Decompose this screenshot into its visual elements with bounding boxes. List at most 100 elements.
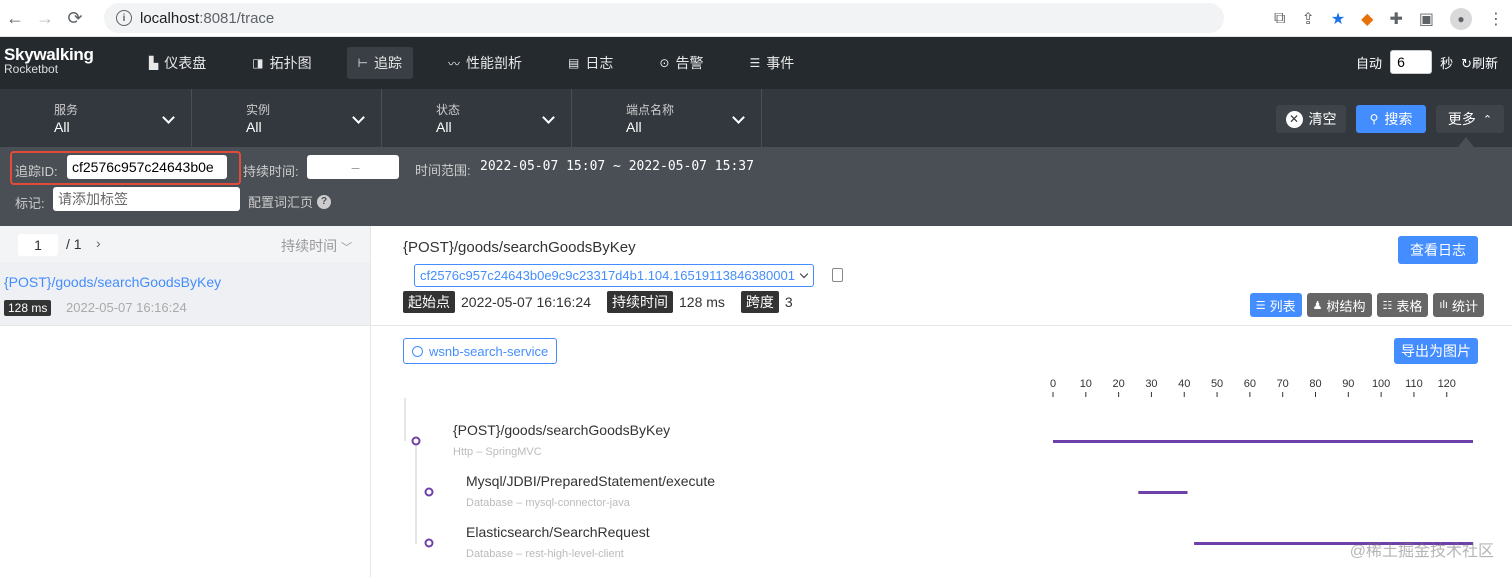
instance-select[interactable]: 实例 All <box>192 89 382 147</box>
logo-subtitle: Rocketbot <box>4 62 59 76</box>
tags-input[interactable]: 请添加标签 <box>53 187 240 211</box>
forward-icon[interactable]: → <box>30 8 60 29</box>
instance-select-label: 实例 <box>246 103 271 117</box>
duration-label: 持续时间: <box>243 164 299 179</box>
axis-tick-label: 100 <box>1372 378 1390 390</box>
extension-color-icon[interactable]: ◆ <box>1361 9 1373 29</box>
auto-refresh: 自动 秒 ↻刷新 <box>1356 50 1498 74</box>
nav-profile[interactable]: 〰性能剖析 <box>437 47 533 79</box>
app-header: Skywalking Rocketbot ▙ 仪表盘 ◨ 拓扑图 ⊢ 追踪 〰性能剖析… <box>0 37 1512 89</box>
status-select[interactable]: 状态 All <box>382 89 572 147</box>
nav-topology[interactable]: ◨ 拓扑图 <box>241 47 322 79</box>
view-table-button[interactable]: ☷ 表格 <box>1376 293 1429 317</box>
search-button[interactable]: ⚲ 搜索 <box>1356 105 1426 133</box>
browser-actions: ⧉ ⇪ ★ ◆ ✚ ▣ ● ⋮ <box>1274 0 1504 37</box>
view-tree-button[interactable]: ♟ 树结构 <box>1306 293 1372 317</box>
start-tag: 起始点 <box>403 291 455 313</box>
seconds-label: 秒 <box>1440 55 1454 71</box>
share-icon[interactable]: ⇪ <box>1301 9 1314 29</box>
tags-label: 标记: <box>15 196 45 211</box>
more-panel-arrow <box>1458 137 1474 147</box>
list-icon: ☰ <box>1255 299 1266 312</box>
span-node-icon <box>424 538 434 548</box>
endpoint-select-value: All <box>626 119 642 135</box>
extensions-puzzle-icon[interactable]: ✚ <box>1389 9 1402 29</box>
nav-dashboard[interactable]: ▙ 仪表盘 <box>138 47 217 79</box>
view-stats-label: 统计 <box>1451 298 1478 314</box>
view-log-button[interactable]: 查看日志 <box>1398 236 1478 264</box>
search-label: 搜索 <box>1384 111 1413 127</box>
nav-trace[interactable]: ⊢ 追踪 <box>346 47 414 79</box>
config-vocab-link[interactable]: 配置词汇页? <box>248 192 332 211</box>
status-select-label: 状态 <box>436 103 461 117</box>
bookmark-star-icon[interactable]: ★ <box>1331 9 1345 29</box>
chevron-down-icon <box>542 111 555 124</box>
nav-trace-label: 追踪 <box>374 55 403 71</box>
nav-event[interactable]: ☰ 事件 <box>738 47 805 79</box>
axis-tick-label: 10 <box>1080 378 1092 390</box>
view-switcher: ☰ 列表 ♟ 树结构 ☷ 表格 ılı 统计 <box>1249 293 1484 317</box>
translate-icon[interactable]: ⧉ <box>1274 10 1285 28</box>
profile-icon: 〰 <box>448 56 461 71</box>
span-timeline: 0 10 20 30 40 50 60 70 80 90 100 110 120 {POST}/goods… <box>404 378 1473 560</box>
status-select-value: All <box>436 119 452 135</box>
filter-panel: 服务 All 实例 All 状态 All 端点名称 All ✕ 清空 ⚲ 搜索 更多… <box>0 89 1512 226</box>
trace-icon: ⊢ <box>357 56 369 70</box>
config-vocab-label: 配置词汇页 <box>248 195 314 210</box>
span-subtitle: Database – mysql-connector-java <box>466 497 631 509</box>
tree-icon: ♟ <box>1312 299 1323 312</box>
sort-label: 持续时间 <box>281 238 338 254</box>
span-node-icon <box>411 436 421 446</box>
next-page-icon[interactable]: › <box>96 235 101 251</box>
trace-detail-title: {POST}/goods/searchGoodsByKey <box>403 239 636 256</box>
app-logo: Skywalking Rocketbot <box>4 46 94 75</box>
address-bar[interactable]: i localhost:8081/trace <box>104 3 1224 33</box>
reload-icon[interactable]: ⟳ <box>60 8 90 29</box>
trace-list-item[interactable]: {POST}/goods/searchGoodsByKey 128 ms 202… <box>0 262 370 326</box>
endpoint-select-label: 端点名称 <box>626 103 675 117</box>
trace-id-label: 追踪ID: <box>15 164 58 179</box>
view-tree-label: 树结构 <box>1326 298 1366 314</box>
profile-avatar-icon[interactable]: ● <box>1450 7 1472 30</box>
trace-id-select[interactable]: cf2576c957c24643b0e9c9c23317d4b1.104.165… <box>414 264 814 287</box>
time-range-value[interactable]: 2022-05-07 15:07 ~ 2022-05-07 15:37 <box>480 159 754 174</box>
nav-topology-label: 拓扑图 <box>269 55 312 71</box>
trace-id-value: cf2576c957c24643b0e9c9c23317d4b1.104.165… <box>420 268 795 283</box>
duration-value: 128 ms <box>679 294 725 310</box>
table-icon: ☷ <box>1382 299 1393 312</box>
menu-dots-icon[interactable]: ⋮ <box>1488 9 1504 29</box>
back-icon[interactable]: ← <box>0 8 30 29</box>
side-panel-icon[interactable]: ▣ <box>1419 9 1434 29</box>
span-count-tag: 跨度 <box>740 291 779 313</box>
axis-tick-label: 80 <box>1309 378 1321 390</box>
view-list-button[interactable]: ☰ 列表 <box>1249 293 1302 317</box>
nav-alarm[interactable]: ⊙ 告警 <box>648 47 714 79</box>
axis-tick-label: 120 <box>1438 378 1456 390</box>
site-info-icon[interactable]: i <box>116 10 132 26</box>
trace-id-input[interactable]: cf2576c957c24643b0e <box>67 155 227 179</box>
endpoint-select[interactable]: 端点名称 All <box>572 89 762 147</box>
span-bar <box>1053 440 1473 443</box>
search-icon: ⚲ <box>1369 112 1379 126</box>
clear-button[interactable]: ✕ 清空 <box>1276 105 1346 133</box>
auto-interval-input[interactable] <box>1390 50 1433 74</box>
chevron-down-icon <box>162 111 175 124</box>
trace-item-duration: 128 ms <box>4 300 52 316</box>
refresh-button[interactable]: ↻刷新 <box>1461 53 1498 72</box>
chevron-down-icon <box>799 269 809 279</box>
refresh-label: 刷新 <box>1471 55 1498 71</box>
help-icon[interactable]: ? <box>317 194 332 209</box>
pagination: 1 / 1 › 持续时间 ﹀ <box>0 226 370 262</box>
more-button[interactable]: 更多 ⌃ <box>1436 105 1504 133</box>
trace-item-title[interactable]: {POST}/goods/searchGoodsByKey <box>4 274 221 290</box>
page-input[interactable]: 1 <box>18 234 58 256</box>
duration-input[interactable]: – <box>307 155 399 179</box>
sort-select[interactable]: 持续时间 ﹀ <box>281 236 352 256</box>
nav-log[interactable]: ▤ 日志 <box>557 47 624 79</box>
chevron-down-icon <box>732 111 745 124</box>
view-stats-button[interactable]: ılı 统计 <box>1433 293 1484 317</box>
service-select[interactable]: 服务 All <box>0 89 192 147</box>
copy-icon[interactable] <box>832 268 843 282</box>
clear-label: 清空 <box>1308 111 1337 127</box>
span-title: Elasticsearch/SearchRequest <box>466 524 650 540</box>
